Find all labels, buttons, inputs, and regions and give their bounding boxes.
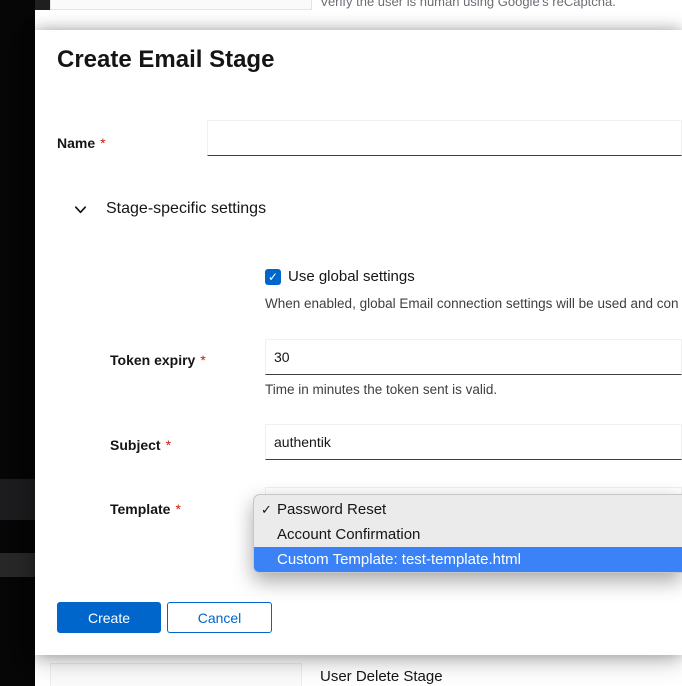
background-row-label: User Delete Stage [320, 668, 443, 685]
background-help-text: Verify the user is human using Google's … [320, 0, 616, 9]
dropdown-option-custom-template[interactable]: Custom Template: test-template.html [254, 547, 682, 572]
use-global-settings-checkbox[interactable]: ✓ [265, 269, 281, 285]
check-icon: ✓ [268, 270, 278, 284]
required-asterisk: * [175, 501, 180, 517]
subject-input[interactable] [265, 424, 682, 460]
create-button[interactable]: Create [57, 602, 161, 633]
selected-check-icon: ✓ [261, 502, 272, 518]
required-asterisk: * [200, 352, 205, 368]
dropdown-option-account-confirmation[interactable]: Account Confirmation [254, 522, 682, 547]
use-global-settings-label[interactable]: Use global settings [288, 268, 415, 285]
template-dropdown-menu: ✓ Password Reset Account Confirmation Cu… [253, 494, 682, 573]
token-expiry-help: Time in minutes the token sent is valid. [265, 382, 497, 397]
template-label: Template* [110, 501, 181, 517]
dropdown-option-password-reset[interactable]: ✓ Password Reset [254, 497, 682, 522]
subject-label: Subject* [110, 437, 171, 453]
sidebar-item-shade [0, 479, 35, 520]
name-field-label: Name* [57, 135, 106, 151]
modal-title: Create Email Stage [57, 46, 274, 74]
create-email-stage-modal: Create Email Stage Name* Stage-specific … [35, 30, 682, 655]
required-asterisk: * [100, 135, 105, 151]
section-label: Stage-specific settings [106, 200, 266, 218]
use-global-settings-help: When enabled, global Email connection se… [265, 296, 682, 311]
background-table-cell [50, 663, 302, 686]
chevron-down-icon [73, 202, 88, 217]
name-input[interactable] [207, 120, 682, 156]
token-expiry-label: Token expiry* [110, 352, 206, 368]
app-sidebar [0, 0, 35, 686]
cancel-button[interactable]: Cancel [167, 602, 272, 633]
background-page-bottom: User Delete Stage [35, 655, 682, 686]
background-page-top: Verify the user is human using Google's … [35, 0, 682, 30]
sidebar-item-shade [0, 553, 35, 577]
required-asterisk: * [166, 437, 171, 453]
background-table-cell [50, 0, 312, 10]
token-expiry-input[interactable] [265, 339, 682, 375]
background-table-edge [35, 0, 50, 10]
section-toggle[interactable]: Stage-specific settings [73, 200, 266, 218]
